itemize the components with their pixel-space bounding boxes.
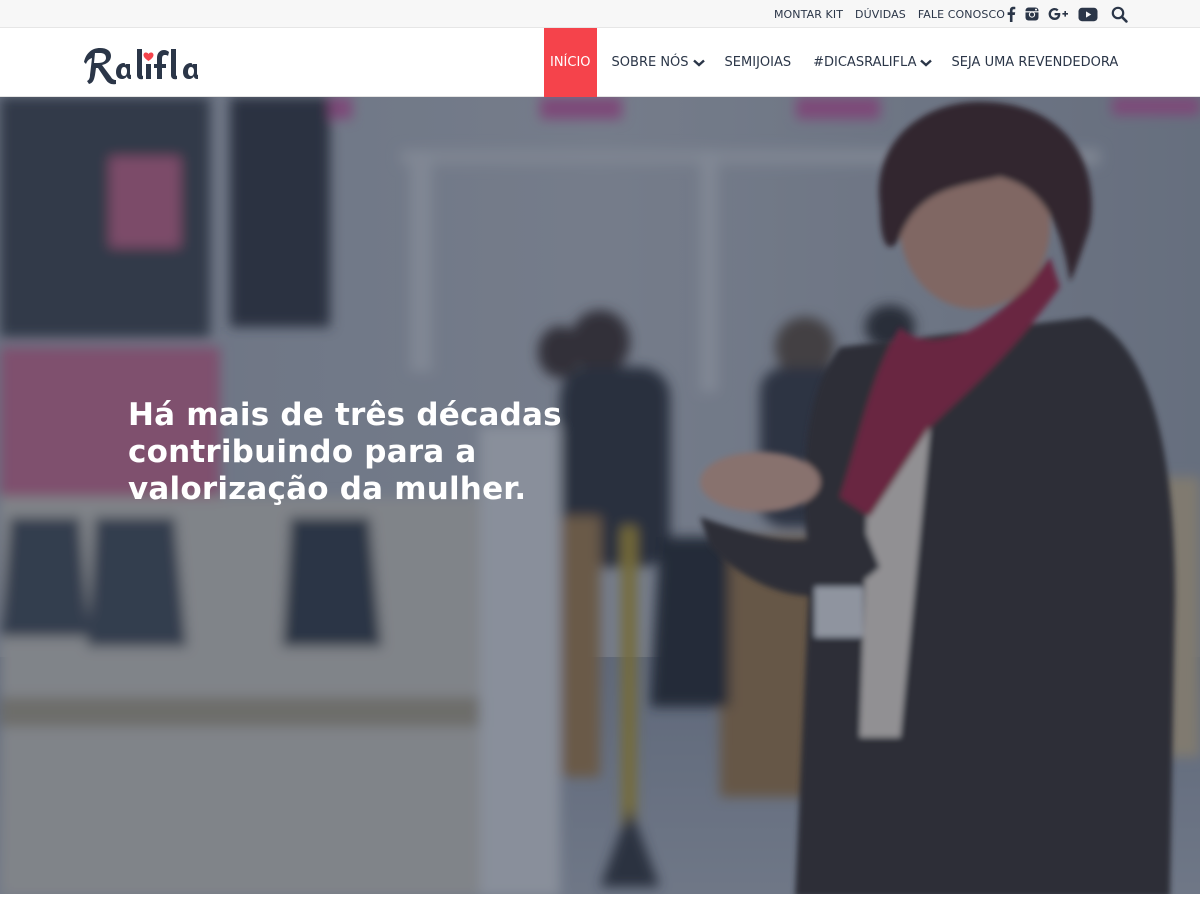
montar-kit-link[interactable]: MONTAR KIT <box>774 8 843 21</box>
hero-title: Há mais de três décadas contribuindo par… <box>128 397 588 508</box>
chevron-down-icon <box>920 59 933 67</box>
nav-item-label: SOBRE NÓS <box>611 55 689 70</box>
utility-links: MONTAR KIT DÚVIDAS FALE CONOSCO <box>774 0 1005 28</box>
nav-item-label: SEMIJOIAS <box>724 55 792 70</box>
google-plus-icon[interactable] <box>1048 5 1069 23</box>
nav-item-label: INÍCIO <box>550 55 591 70</box>
youtube-icon[interactable] <box>1078 5 1098 23</box>
nav-item-dicasralifla[interactable]: #DICASRALIFLA <box>802 28 943 97</box>
instagram-icon[interactable] <box>1025 5 1039 23</box>
nav-item-inicio[interactable]: INÍCIO <box>544 28 597 97</box>
top-utility-bar: MONTAR KIT DÚVIDAS FALE CONOSCO <box>0 0 1200 28</box>
page-bottom-strip <box>0 894 1200 900</box>
nav-item-semijoias[interactable]: SEMIJOIAS <box>716 28 803 97</box>
hero-title-line: contribuindo para a <box>128 434 477 470</box>
nav-item-label: #DICASRALIFLA <box>813 55 917 70</box>
nav-item-seja-revendedora[interactable]: SEJA UMA REVENDEDORA <box>943 28 1129 97</box>
nav-item-sobre-nos[interactable]: SOBRE NÓS <box>597 28 716 97</box>
ralifla-logo[interactable] <box>82 36 238 90</box>
search-icon[interactable] <box>1111 5 1128 23</box>
hero-title-line: Há mais de três décadas <box>128 397 562 433</box>
main-header: INÍCIO SOBRE NÓS SEMIJOIAS #DICASRALIFLA… <box>0 28 1200 97</box>
hero-banner: Há mais de três décadas contribuindo par… <box>0 97 1200 894</box>
facebook-icon[interactable] <box>1006 5 1016 23</box>
hero-title-line: valorização da mulher. <box>128 471 527 507</box>
nav-item-label: SEJA UMA REVENDEDORA <box>951 55 1119 70</box>
chevron-down-icon <box>692 59 705 67</box>
fale-conosco-link[interactable]: FALE CONOSCO <box>918 8 1005 21</box>
main-nav: INÍCIO SOBRE NÓS SEMIJOIAS #DICASRALIFLA… <box>544 28 1129 97</box>
duvidas-link[interactable]: DÚVIDAS <box>855 8 906 21</box>
social-icons <box>1006 0 1128 28</box>
